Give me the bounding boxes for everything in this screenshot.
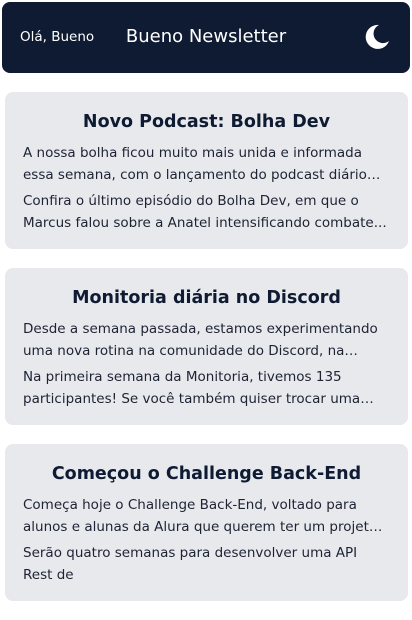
post-excerpt: A nossa bolha ficou muito mais unida e i… bbox=[23, 145, 367, 183]
theme-toggle-button[interactable] bbox=[362, 22, 392, 52]
post-excerpt: Serão quatro semanas para desenvolver um… bbox=[23, 545, 358, 583]
app-header: Olá, Bueno Bueno Newsletter bbox=[2, 2, 410, 73]
post-card[interactable]: Monitoria diária no Discord Desde a sema… bbox=[5, 268, 408, 425]
post-excerpt: Confira o último episódio do Bolha Dev, … bbox=[23, 193, 387, 231]
post-card[interactable]: Novo Podcast: Bolha Dev A nossa bolha fi… bbox=[5, 92, 408, 249]
moon-icon bbox=[365, 24, 389, 49]
post-excerpt: Começa hoje o Challenge Back-End, voltad… bbox=[23, 497, 378, 535]
post-excerpt: Na primeira semana da Monitoria, tivemos… bbox=[23, 369, 361, 407]
post-title[interactable]: Novo Podcast: Bolha Dev bbox=[23, 110, 390, 134]
newsletter-feed: Novo Podcast: Bolha Dev A nossa bolha fi… bbox=[5, 92, 408, 620]
post-excerpt: Desde a semana passada, estamos experime… bbox=[23, 321, 378, 359]
post-card[interactable]: Começou o Challenge Back-End Começa hoje… bbox=[5, 444, 408, 601]
page-title: Bueno Newsletter bbox=[125, 26, 287, 47]
post-title[interactable]: Começou o Challenge Back-End bbox=[23, 462, 390, 486]
post-title[interactable]: Monitoria diária no Discord bbox=[23, 286, 390, 310]
